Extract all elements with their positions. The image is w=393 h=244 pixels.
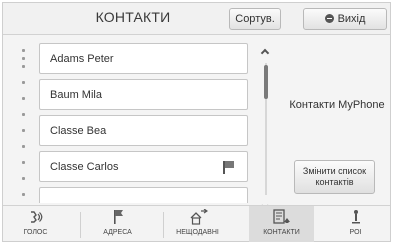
exit-label: Вихід: [337, 13, 366, 25]
index-mark: [22, 145, 25, 148]
index-mark: [22, 65, 25, 68]
contact-item-partial[interactable]: [39, 187, 248, 203]
bottom-nav: ГОЛОС АДРЕСА НЕЩОДАВНІ КОНТАКТИ POI: [3, 205, 390, 242]
tab-contacts[interactable]: КОНТАКТИ: [249, 206, 314, 242]
index-mark: [22, 129, 25, 132]
tab-label: АДРЕСА: [103, 229, 132, 236]
address-flag-icon: [85, 209, 150, 225]
tab-label: POI: [349, 229, 362, 236]
change-contact-list-button[interactable]: Змінити список контактів: [294, 160, 375, 194]
index-mark: [22, 177, 25, 180]
recent-icon: [165, 208, 230, 225]
index-mark: [22, 97, 25, 100]
contact-item[interactable]: Adams Peter: [39, 43, 248, 74]
index-mark: [22, 161, 25, 164]
exit-icon: [324, 14, 334, 23]
sort-button[interactable]: Сортув.: [229, 8, 281, 30]
contact-name: Baum Mila: [50, 89, 102, 101]
exit-button[interactable]: Вихід: [303, 8, 387, 30]
index-mark: [22, 113, 25, 116]
tab-label: НЕЩОДАВНІ: [176, 229, 219, 236]
contact-source-label: Контакти MyPhone: [289, 99, 385, 111]
chevron-up-icon: [260, 48, 270, 58]
index-mark: [22, 193, 25, 196]
contact-item[interactable]: Classe Carlos: [39, 151, 248, 182]
index-mark: [22, 49, 25, 52]
scrollbar-thumb[interactable]: [264, 65, 268, 99]
index-mark: [22, 57, 25, 60]
poi-icon: [323, 209, 388, 225]
page-title: КОНТАКТИ: [95, 9, 171, 25]
contact-name: Classe Carlos: [50, 161, 119, 173]
contact-item[interactable]: Classe Bea: [39, 115, 248, 146]
tab-voice[interactable]: ГОЛОС: [3, 206, 68, 242]
contacts-icon: [249, 209, 314, 225]
voice-icon: [3, 209, 68, 225]
contact-name: Classe Bea: [50, 125, 107, 137]
tab-label: КОНТАКТИ: [263, 229, 300, 236]
contact-name: Adams Peter: [50, 53, 114, 65]
tab-address[interactable]: АДРЕСА: [85, 206, 150, 242]
alphabet-index-strip[interactable]: [13, 43, 33, 203]
tab-recent[interactable]: НЕЩОДАВНІ: [165, 206, 230, 242]
contacts-screen: КОНТАКТИ Сортув. Вихід Adams Peter Baum …: [2, 2, 391, 242]
header-bar: КОНТАКТИ Сортув. Вихід: [3, 3, 390, 35]
index-mark: [22, 81, 25, 84]
contact-list: Adams Peter Baum Mila Classe Bea Classe …: [39, 43, 249, 203]
tab-poi[interactable]: POI: [323, 206, 388, 242]
contact-item[interactable]: Baum Mila: [39, 79, 248, 110]
tab-label: ГОЛОС: [23, 229, 48, 236]
destination-flag-icon[interactable]: [221, 161, 235, 175]
scroll-up-button[interactable]: [260, 47, 272, 58]
